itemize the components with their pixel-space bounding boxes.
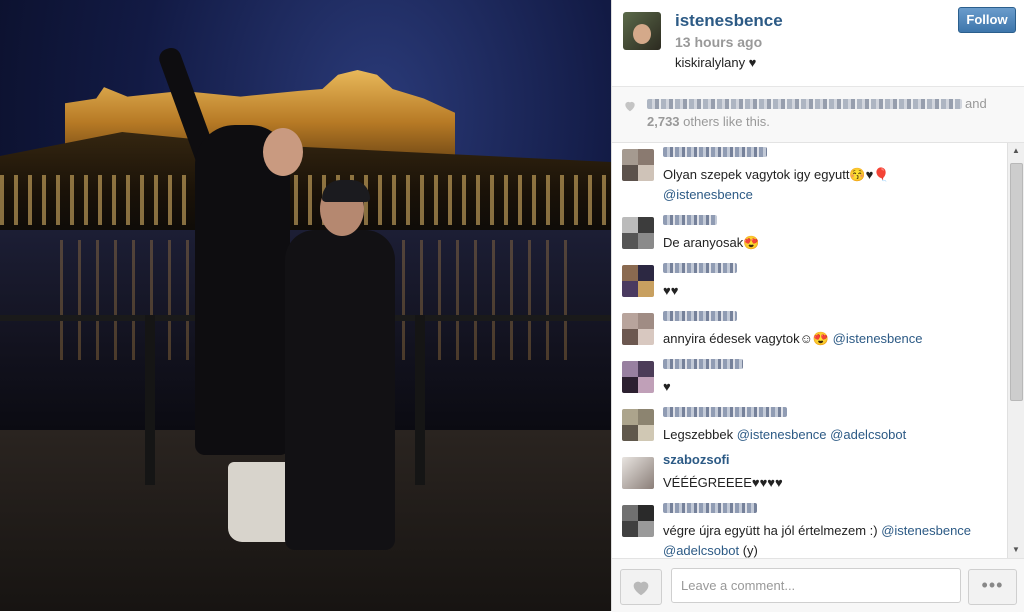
comment-body: Legszebbek (663, 427, 737, 442)
post-sidebar: istenesbence 13 hours ago kiskiralylany … (611, 0, 1024, 612)
comment-username[interactable] (663, 503, 757, 513)
comment-avatar[interactable] (622, 149, 654, 181)
comment-body: Olyan szepek vagytok igy egyutt😚♥🎈 (663, 167, 890, 182)
comment-username[interactable] (663, 215, 717, 225)
more-options-button[interactable]: ••• (968, 569, 1017, 605)
like-button[interactable] (620, 569, 662, 605)
comment-body-end: (y) (739, 543, 758, 558)
boy (285, 230, 395, 550)
comment-text: VÉÉÉGREEEE♥♥♥♥ (663, 475, 783, 490)
scroll-down-arrow-icon[interactable]: ▼ (1008, 542, 1024, 558)
heart-icon (625, 101, 635, 112)
follow-button[interactable]: Follow (958, 7, 1016, 33)
comment-avatar[interactable] (622, 217, 654, 249)
comments-list: Olyan szepek vagytok igy egyutt😚♥🎈 @iste… (612, 143, 1007, 558)
mention-link[interactable]: @istenesbence (663, 187, 753, 202)
comment-avatar[interactable] (622, 457, 654, 489)
scroll-thumb[interactable] (1010, 163, 1023, 401)
post-header: istenesbence 13 hours ago kiskiralylany … (612, 0, 1024, 87)
comment-username[interactable] (663, 311, 737, 321)
comment-avatar[interactable] (622, 265, 654, 297)
comment-input[interactable] (671, 568, 961, 603)
mention-link[interactable]: @istenesbence (737, 427, 827, 442)
likers-names[interactable] (647, 99, 962, 109)
avatar[interactable] (623, 12, 661, 50)
heart-icon (633, 581, 649, 596)
comment-body: végre újra együtt ha jól értelmezem :) (663, 523, 882, 538)
comment-avatar[interactable] (622, 505, 654, 537)
girl-head (263, 128, 303, 176)
comment-text: Olyan szepek vagytok igy egyutt😚♥🎈 @iste… (663, 165, 998, 205)
likes-section: and 2,733 others like this. (612, 87, 1024, 143)
post-caption: kiskiralylany ♥ (675, 55, 757, 70)
likes-others: others like this. (683, 114, 770, 129)
city-lights (0, 175, 611, 225)
comment-avatar[interactable] (622, 313, 654, 345)
comments-scrollbar[interactable]: ▲ ▼ (1007, 143, 1024, 558)
comment-text: ♥ (663, 379, 671, 394)
railing-post (145, 315, 155, 485)
comment-text: ♥♥ (663, 283, 679, 298)
mention-link[interactable]: @adelcsobot (663, 543, 739, 558)
comment-footer: ••• (612, 558, 1024, 612)
comment-text: De aranyosak😍 (663, 235, 760, 250)
likes-number: 2,733 (647, 114, 680, 129)
mention-link[interactable]: @istenesbence (833, 331, 923, 346)
railing-post (415, 315, 425, 485)
comment-text: végre újra együtt ha jól értelmezem :) @… (663, 521, 998, 558)
comment-username[interactable] (663, 359, 743, 369)
scroll-up-arrow-icon[interactable]: ▲ (1008, 143, 1024, 159)
comment-text: Legszebbek @istenesbence @adelcsobot (663, 425, 998, 445)
comment-body: annyira édesek vagytok☺😍 (663, 331, 833, 346)
post-time[interactable]: 13 hours ago (675, 34, 762, 50)
post-photo[interactable] (0, 0, 611, 611)
comment-username[interactable] (663, 407, 787, 417)
comment-username[interactable] (663, 263, 737, 273)
username[interactable]: istenesbence (675, 11, 783, 31)
likes-count[interactable]: 2,733 others like this. (647, 114, 770, 129)
mention-link[interactable]: @istenesbence (881, 523, 971, 538)
comment-username[interactable]: szabozsofi (663, 452, 729, 467)
likes-and: and (965, 96, 987, 111)
comment-avatar[interactable] (622, 361, 654, 393)
comment-avatar[interactable] (622, 409, 654, 441)
comment-text: annyira édesek vagytok☺😍 @istenesbence (663, 329, 998, 349)
comment-username[interactable] (663, 147, 767, 157)
cap (322, 180, 370, 202)
mention-link[interactable]: @adelcsobot (830, 427, 906, 442)
